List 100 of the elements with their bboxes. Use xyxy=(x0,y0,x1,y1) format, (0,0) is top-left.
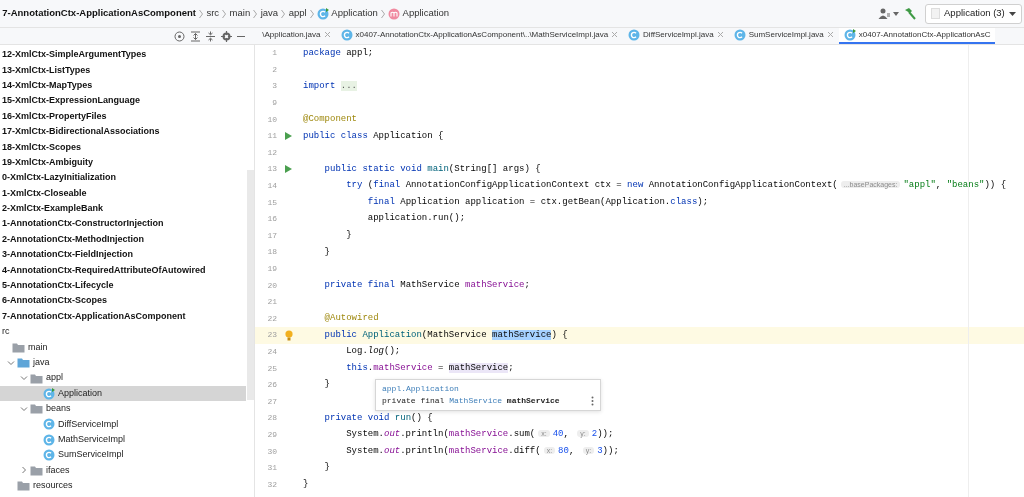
tree-row[interactable]: 2-XmlCtx-ExampleBank xyxy=(0,201,246,217)
tree-row[interactable]: MathServiceImpl xyxy=(0,432,246,448)
breadcrumb-item[interactable]: main xyxy=(229,6,251,21)
line-number: 11 xyxy=(266,130,277,143)
popup-declaration: private final MathService mathService xyxy=(382,395,560,407)
breadcrumb-item[interactable]: 7-AnnotationCtx-ApplicationAsComponent xyxy=(2,6,196,21)
breadcrumb-chevron-icon xyxy=(198,8,205,19)
line-number: 31 xyxy=(266,462,277,475)
tree-row[interactable]: 12-XmlCtx-SimpleArgumentTypes xyxy=(0,47,246,63)
close-icon[interactable] xyxy=(323,31,331,38)
run-configuration-dropdown[interactable]: Application (3) xyxy=(925,3,1022,24)
editor-tab[interactable]: SumServiceImpl.java xyxy=(728,28,839,44)
code-line: } xyxy=(303,478,309,491)
runnable-class-icon xyxy=(43,387,55,400)
line-number: 15 xyxy=(266,196,277,209)
line-number: 21 xyxy=(266,296,277,309)
code-line: final Application application = ctx.getBean(Application.class); xyxy=(366,195,709,209)
editor-tab[interactable]: x0407-AnnotationCtx-ApplicationAsC xyxy=(838,28,996,44)
tree-row[interactable]: 1-AnnotationCtx-ConstructorInjection xyxy=(0,216,246,232)
line-number: 28 xyxy=(266,412,277,425)
folder-icon xyxy=(17,480,30,492)
breadcrumb-item[interactable]: Application xyxy=(402,6,450,21)
runnable-class-icon xyxy=(317,7,330,20)
line-number: 10 xyxy=(266,113,277,126)
tree-row[interactable]: 17-XmlCtx-BidirectionalAssociations xyxy=(0,124,246,140)
run-icon[interactable] xyxy=(285,132,292,141)
scrollbar[interactable] xyxy=(247,170,254,400)
line-number: 27 xyxy=(266,395,277,408)
line-number: 17 xyxy=(266,229,277,242)
code-line: public Application(MathService mathService) { xyxy=(323,328,568,342)
tree-row[interactable]: 7-AnnotationCtx-ApplicationAsComponent xyxy=(0,308,246,325)
tree-row[interactable]: 5-AnnotationCtx-Lifecycle xyxy=(0,278,246,294)
tree-row[interactable]: 2-AnnotationCtx-MethodInjection xyxy=(0,231,246,248)
tree-row[interactable]: rc xyxy=(0,324,246,340)
line-number: 14 xyxy=(266,180,277,193)
line-number: 30 xyxy=(266,445,277,458)
tree-row[interactable]: 3-AnnotationCtx-FieldInjection xyxy=(0,247,246,263)
hammer-icon xyxy=(903,7,916,20)
line-number: 23 xyxy=(266,329,277,342)
run-icon[interactable] xyxy=(285,165,292,174)
code-line: package appl; xyxy=(303,46,374,60)
line-number: 1 xyxy=(271,47,277,60)
target-icon xyxy=(174,30,185,42)
tree-row[interactable]: 4-AnnotationCtx-RequiredAttributeOfAutowired xyxy=(0,262,246,279)
tree-row[interactable]: SumServiceImpl xyxy=(0,447,246,463)
editor-tab[interactable]: \Application.java xyxy=(257,28,336,44)
close-icon[interactable] xyxy=(611,31,619,38)
chevron-down-icon xyxy=(20,404,28,413)
code-line: public class Application { xyxy=(303,129,444,143)
folder-icon xyxy=(17,357,30,369)
tree-row[interactable]: 14-XmlCtx-MapTypes xyxy=(0,78,246,94)
tree-row[interactable]: resources xyxy=(0,478,246,494)
tree-row[interactable]: 19-XmlCtx-Ambiguity xyxy=(0,155,246,171)
tree-row[interactable]: beans xyxy=(0,401,246,417)
close-icon[interactable] xyxy=(716,31,724,38)
code-line: private final MathService mathService; xyxy=(323,278,530,292)
breadcrumb-item[interactable]: java xyxy=(260,6,279,21)
tree-row[interactable]: appl xyxy=(0,370,246,386)
tree-row[interactable]: java xyxy=(0,355,246,371)
tree-row[interactable]: 1-XmlCtx-Closeable xyxy=(0,185,246,202)
tree-row[interactable]: 6-AnnotationCtx-Scopes xyxy=(0,293,246,309)
breadcrumb-chevron-icon xyxy=(280,8,287,19)
breadcrumb-chevron-icon xyxy=(308,8,315,19)
popup-location[interactable]: appl.Application xyxy=(382,383,594,395)
breadcrumb-item[interactable]: appl xyxy=(288,6,307,21)
tree-row[interactable]: 16-XmlCtx-PropertyFiles xyxy=(0,108,246,125)
code-line: application.run(); xyxy=(366,212,466,226)
code-line: this.mathService = mathService; xyxy=(345,361,514,375)
folder-icon xyxy=(12,341,25,353)
breadcrumb-item[interactable]: src xyxy=(206,6,220,21)
collapse-all-icon xyxy=(205,30,216,42)
line-number: 9 xyxy=(271,97,277,110)
class-icon xyxy=(43,449,55,462)
line-number: 25 xyxy=(266,362,277,375)
tree-row[interactable]: Application xyxy=(0,385,246,402)
folder-icon xyxy=(30,465,43,476)
tree-row[interactable]: 15-XmlCtx-ExpressionLanguage xyxy=(0,93,246,109)
tree-row[interactable]: 13-XmlCtx-ListTypes xyxy=(0,62,246,79)
expand-all-icon xyxy=(189,30,201,42)
line-number: 13 xyxy=(266,163,277,176)
caret-icon xyxy=(892,11,899,16)
more-icon[interactable] xyxy=(591,396,594,406)
class-icon xyxy=(43,433,55,446)
code-line: @Autowired xyxy=(323,312,379,326)
line-number: 29 xyxy=(266,428,277,441)
tree-row[interactable]: 0-XmlCtx-LazyInitialization xyxy=(0,170,246,186)
user-icon xyxy=(878,8,891,19)
tree-row[interactable]: ifaces xyxy=(0,462,246,479)
editor-tab[interactable]: DiffServiceImpl.java xyxy=(623,28,729,44)
close-icon[interactable] xyxy=(826,31,834,38)
line-number: 2 xyxy=(271,63,277,76)
breadcrumb-chevron-icon xyxy=(380,8,387,19)
tree-row[interactable]: DiffServiceImpl xyxy=(0,416,246,432)
tree-row[interactable]: 18-XmlCtx-Scopes xyxy=(0,139,246,155)
editor-tab[interactable]: x0407-AnnotationCtx-ApplicationAsComponent\..\MathServiceImpl.java xyxy=(335,28,624,44)
line-number: 32 xyxy=(266,478,277,491)
code-line: } xyxy=(323,245,330,259)
breadcrumb-item[interactable]: Application xyxy=(331,6,378,21)
tree-row[interactable]: main xyxy=(0,339,246,356)
breadcrumb-chevron-icon xyxy=(252,8,259,19)
